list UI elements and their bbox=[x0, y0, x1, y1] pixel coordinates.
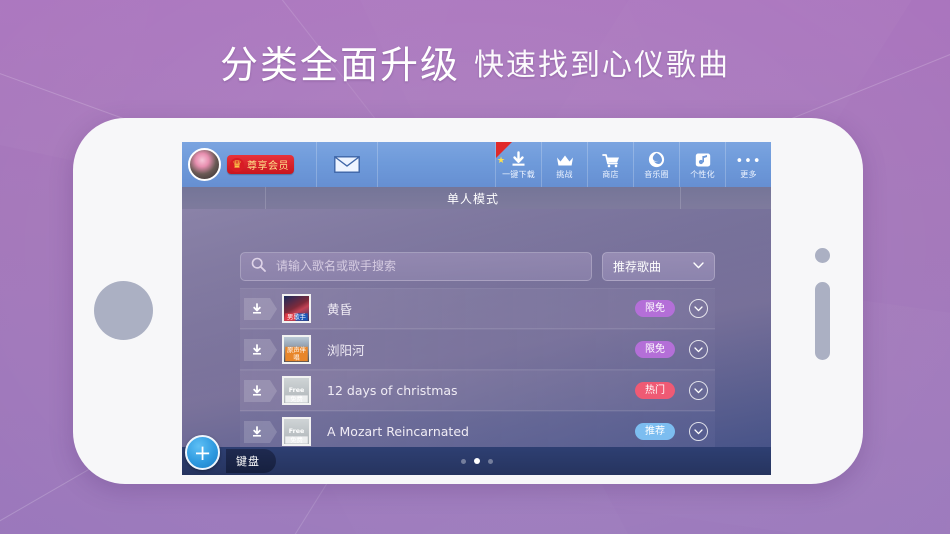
chevron-down-icon bbox=[694, 428, 703, 434]
expand-button[interactable] bbox=[689, 422, 708, 441]
song-title: A Mozart Reincarnated bbox=[327, 424, 635, 439]
thumbnail-caption: 免费 bbox=[285, 436, 308, 444]
expand-button[interactable] bbox=[689, 299, 708, 318]
song-filter-label: 推荐歌曲 bbox=[613, 259, 662, 274]
download-button[interactable] bbox=[244, 297, 277, 320]
topbar-item-personalize[interactable]: 个性化 bbox=[680, 142, 726, 187]
home-button[interactable] bbox=[94, 281, 153, 340]
new-ribbon: ★ bbox=[496, 142, 512, 166]
song-title-text: A Mozart Reincarnated bbox=[327, 424, 469, 439]
song-title-text: 12 days of christmas bbox=[327, 383, 458, 398]
promo-screenshot: 分类全面升级 快速找到心仪歌曲 ♛ 尊享会员 ★ 一键下载 挑战 商店 音乐圈 … bbox=[0, 0, 950, 534]
topbar-item-label: 挑战 bbox=[556, 170, 573, 179]
camera-dot bbox=[815, 248, 830, 263]
topbar-item-label: 音乐圈 bbox=[644, 170, 669, 179]
topbar-item-store[interactable]: 商店 bbox=[588, 142, 634, 187]
cart-icon bbox=[601, 149, 620, 168]
expand-button[interactable] bbox=[689, 381, 708, 400]
download-button[interactable] bbox=[244, 420, 277, 443]
status-badge: 限免 bbox=[635, 341, 675, 358]
page-dot[interactable] bbox=[487, 458, 493, 464]
topbar-item-label: 更多 bbox=[740, 170, 757, 179]
mode-title: 单人模式 bbox=[446, 191, 499, 206]
user-avatar[interactable] bbox=[188, 148, 221, 181]
topbar-spacer bbox=[378, 142, 496, 187]
chevron-down-icon bbox=[693, 261, 704, 272]
mode-bar: 单人模式 bbox=[182, 187, 771, 209]
song-thumbnail: 原声伴唱 bbox=[282, 335, 311, 364]
star-icon: ★ bbox=[497, 156, 506, 166]
song-thumbnail: Free 免费 bbox=[282, 417, 311, 446]
headline-main: 分类全面升级 bbox=[219, 43, 460, 87]
download-icon bbox=[253, 425, 261, 437]
thumbnail-caption: 原声伴唱 bbox=[285, 346, 308, 362]
song-list: 男歌手 黄昏 限免 原声伴唱 浏阳河 限免 Free 免费 12 days of… bbox=[240, 288, 715, 475]
song-filter-dropdown[interactable]: 推荐歌曲 bbox=[602, 251, 715, 281]
mail-button[interactable] bbox=[317, 142, 378, 187]
thumbnail-top-caption: Free bbox=[288, 386, 305, 394]
search-box[interactable] bbox=[240, 251, 592, 281]
download-icon bbox=[253, 343, 261, 355]
app-bottombar: + 键盘 bbox=[182, 435, 771, 475]
thumbnail-caption: 男歌手 bbox=[285, 313, 308, 321]
song-thumbnail: Free 免费 bbox=[282, 376, 311, 405]
table-row[interactable]: 男歌手 黄昏 限免 bbox=[240, 288, 715, 329]
topbar-item-one-key-download[interactable]: ★ 一键下载 bbox=[496, 142, 542, 187]
app-screen: ♛ 尊享会员 ★ 一键下载 挑战 商店 音乐圈 个性化 ••• 更多 单人模式 … bbox=[182, 142, 771, 475]
status-badge: 限免 bbox=[635, 300, 675, 317]
song-title: 12 days of christmas bbox=[327, 383, 635, 398]
chevron-down-icon bbox=[694, 305, 703, 311]
thumbnail-caption: 免费 bbox=[285, 395, 308, 403]
music-circle-icon bbox=[648, 149, 665, 168]
download-button[interactable] bbox=[244, 379, 277, 402]
table-row[interactable]: Free 免费 A Mozart Reincarnated 推荐 bbox=[240, 411, 715, 452]
more-dots-icon: ••• bbox=[735, 154, 762, 169]
crown-icon bbox=[556, 149, 574, 168]
page-dot[interactable] bbox=[460, 458, 466, 464]
status-badge: 热门 bbox=[635, 382, 675, 399]
topbar-item-label: 个性化 bbox=[690, 170, 715, 179]
vip-badge-label: 尊享会员 bbox=[247, 161, 289, 172]
add-button[interactable]: + bbox=[185, 435, 220, 470]
mode-bar-right-segment bbox=[681, 187, 771, 209]
mode-bar-left-segment bbox=[182, 187, 266, 209]
app-topbar: ♛ 尊享会员 ★ 一键下载 挑战 商店 音乐圈 个性化 ••• 更多 bbox=[182, 142, 771, 187]
chevron-down-icon bbox=[694, 387, 703, 393]
promo-headline: 分类全面升级 快速找到心仪歌曲 bbox=[0, 34, 950, 89]
table-row[interactable]: Free 免费 12 days of christmas 热门 bbox=[240, 370, 715, 411]
personalize-icon bbox=[695, 149, 711, 168]
mail-icon bbox=[334, 156, 360, 173]
topbar-item-music-circle[interactable]: 音乐圈 bbox=[634, 142, 680, 187]
song-thumbnail: 男歌手 bbox=[282, 294, 311, 323]
topbar-item-more[interactable]: ••• 更多 bbox=[726, 142, 771, 187]
status-badge: 推荐 bbox=[635, 423, 675, 440]
search-icon bbox=[251, 257, 266, 276]
topbar-item-label: 商店 bbox=[602, 170, 619, 179]
vip-badge[interactable]: ♛ 尊享会员 bbox=[227, 155, 294, 174]
chevron-down-icon bbox=[694, 346, 703, 352]
search-input[interactable] bbox=[274, 258, 581, 274]
crown-icon: ♛ bbox=[230, 157, 244, 172]
expand-button[interactable] bbox=[689, 340, 708, 359]
page-dot-active[interactable] bbox=[473, 458, 480, 464]
song-title-text: 浏阳河 bbox=[327, 343, 365, 358]
song-title: 浏阳河 bbox=[327, 340, 635, 359]
download-icon bbox=[253, 302, 261, 314]
topbar-account-area[interactable]: ♛ 尊享会员 bbox=[182, 142, 317, 187]
topbar-item-label: 一键下载 bbox=[502, 170, 535, 179]
download-icon bbox=[253, 384, 261, 396]
search-row: 推荐歌曲 bbox=[240, 251, 715, 281]
page-indicator bbox=[182, 458, 771, 464]
song-title-text: 黄昏 bbox=[327, 302, 353, 317]
app-content: 推荐歌曲 bbox=[182, 209, 771, 475]
thumbnail-top-caption: Free bbox=[288, 427, 305, 435]
download-button[interactable] bbox=[244, 338, 277, 361]
volume-button[interactable] bbox=[815, 282, 830, 360]
download-icon bbox=[510, 149, 527, 168]
headline-sub: 快速找到心仪歌曲 bbox=[474, 47, 730, 83]
song-title: 黄昏 bbox=[327, 299, 635, 318]
mode-tab-single-player[interactable]: 单人模式 bbox=[266, 187, 681, 209]
topbar-item-challenge[interactable]: 挑战 bbox=[542, 142, 588, 187]
table-row[interactable]: 原声伴唱 浏阳河 限免 bbox=[240, 329, 715, 370]
